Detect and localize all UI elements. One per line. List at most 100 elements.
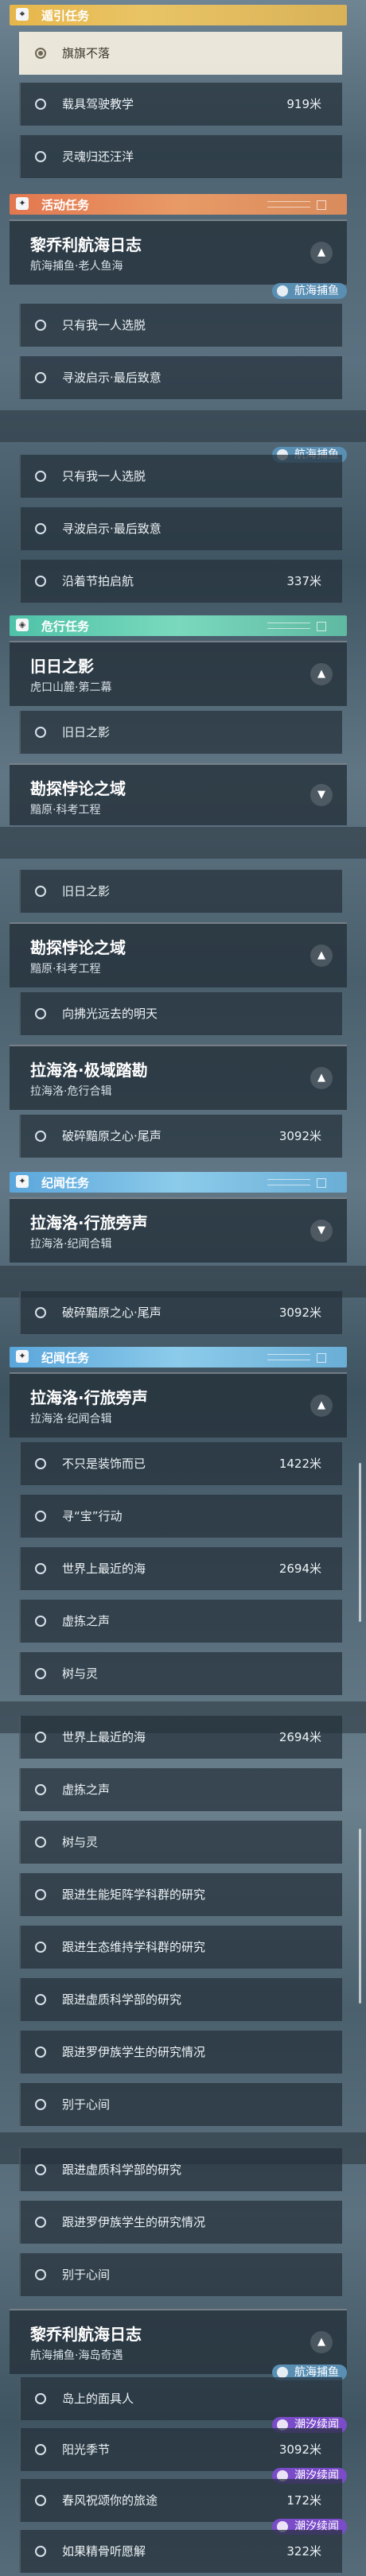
quest-card[interactable]: 勘探悖论之域 黯原·科考工程 ▲: [10, 922, 347, 987]
quest-card[interactable]: 拉海洛·极域踏勘 拉海洛·危行合辑 ▲: [10, 1045, 347, 1110]
quest-distance: 322米: [286, 2544, 321, 2559]
quest-distance: 3092米: [278, 1129, 321, 1143]
quest-row[interactable]: 虚拣之声: [19, 1600, 342, 1643]
quest-row[interactable]: 世界上最近的海 2694米: [19, 1716, 342, 1759]
sparkle-icon: ✦: [16, 1175, 29, 1188]
list-divider: [0, 827, 366, 859]
quest-row[interactable]: 跟进虚质科学部的研究: [19, 2148, 342, 2191]
radio-icon: [35, 1668, 46, 1679]
scrollbar[interactable]: [359, 1463, 361, 1622]
radio-icon: [35, 1563, 46, 1574]
quest-row[interactable]: 不只是装饰而已 1422米: [19, 1442, 342, 1485]
quest-row[interactable]: 跟进生能矩阵学科群的研究: [19, 1873, 342, 1916]
scrollbar[interactable]: [359, 1829, 361, 2004]
card-subtitle: 拉海洛·危行合辑: [30, 1085, 112, 1098]
quest-row[interactable]: 只有我一人选脱: [19, 304, 342, 347]
quest-label: 世界上最近的海: [62, 1562, 146, 1576]
danger-section-header: ◈ 危行任务: [10, 615, 347, 636]
quest-row[interactable]: 灵魂归还汪洋: [19, 135, 342, 178]
quest-label: 虚拣之声: [62, 1614, 111, 1628]
quest-label: 跟进生态维持学科群的研究: [62, 1940, 206, 1954]
quest-label: 破碎黯原之心·尾声: [62, 1129, 162, 1143]
quest-distance: 3092米: [278, 1305, 321, 1320]
quest-row[interactable]: 跟进罗伊族学生的研究情况: [19, 2031, 342, 2074]
quest-row[interactable]: 跟进虚质科学部的研究: [19, 1978, 342, 2021]
location-pin-icon: ⌖: [16, 8, 29, 21]
quest-row[interactable]: 跟进罗伊族学生的研究情况: [19, 2201, 342, 2244]
collapse-button[interactable]: ▲: [310, 1395, 333, 1417]
radio-icon: [35, 1889, 46, 1900]
quest-row[interactable]: 树与灵: [19, 1821, 342, 1864]
card-title: 勘探悖论之域: [30, 779, 126, 798]
quest-card[interactable]: 拉海洛·行旅旁声 拉海洛·纪闻合辑 ▲: [10, 1372, 347, 1437]
quest-label: 沿着节拍启航: [62, 574, 134, 588]
quest-row[interactable]: 阳光季节 3092米: [19, 2428, 342, 2471]
radio-icon: [35, 1994, 46, 2005]
radio-icon: [35, 99, 46, 110]
card-title: 拉海洛·行旅旁声: [30, 1213, 148, 1232]
header-ornament: [317, 1353, 326, 1363]
quest-row[interactable]: 春风祝颂你的旅途 172米: [19, 2479, 342, 2522]
collapse-button[interactable]: ▲: [310, 1067, 333, 1089]
quest-distance: 172米: [286, 2493, 321, 2508]
radio-icon: [35, 1837, 46, 1848]
quest-row[interactable]: 树与灵: [19, 1652, 342, 1695]
quest-row[interactable]: 破碎黯原之心·尾声 3092米: [19, 1291, 342, 1334]
expand-button[interactable]: ▼: [310, 1220, 333, 1242]
quest-row[interactable]: 岛上的面具人: [19, 2377, 342, 2420]
collapse-button[interactable]: ▲: [310, 945, 333, 967]
quest-row[interactable]: 虚拣之声: [19, 1768, 342, 1811]
collapse-button[interactable]: ▲: [310, 2331, 333, 2353]
quest-label: 阳光季节: [62, 2442, 111, 2457]
radio-icon: [35, 523, 46, 534]
quest-label: 灵魂归还汪洋: [62, 149, 134, 164]
card-title: 黎乔利航海日志: [30, 2325, 142, 2344]
quest-card[interactable]: 黎乔利航海日志 航海捕鱼·老人鱼海 ▲: [10, 219, 347, 285]
quest-row[interactable]: 别于心间: [19, 2253, 342, 2296]
section-title: 遁引任务: [41, 9, 90, 23]
card-subtitle: 拉海洛·纪闻合辑: [30, 1238, 112, 1251]
section-title: 危行任务: [41, 619, 90, 634]
quest-row[interactable]: 只有我一人选脱: [19, 455, 342, 498]
quest-row[interactable]: 寻“宝”行动: [19, 1495, 342, 1538]
collapse-button[interactable]: ▲: [310, 663, 333, 685]
quest-card[interactable]: 旧日之影 虎口山麓·第二幕 ▲: [10, 641, 347, 706]
quest-row[interactable]: 向拂光远去的明天: [19, 992, 342, 1035]
quest-row[interactable]: 旧日之影: [19, 711, 342, 754]
quest-label: 向拂光远去的明天: [62, 1007, 158, 1021]
quest-label: 只有我一人选脱: [62, 469, 146, 483]
quest-label: 岛上的面具人: [62, 2392, 134, 2406]
section-title: 纪闻任务: [41, 1176, 90, 1190]
card-title: 黎乔利航海日志: [30, 235, 142, 254]
quest-label: 寻波启示·最后致意: [62, 370, 162, 385]
quest-row[interactable]: 跟进生态维持学科群的研究: [19, 1926, 342, 1969]
card-subtitle: 黯原·科考工程: [30, 804, 101, 817]
header-ornament: [317, 622, 326, 631]
quest-row[interactable]: 如果精骨听愿解 322米: [19, 2530, 342, 2573]
quest-row[interactable]: 旧日之影: [19, 870, 342, 913]
quest-label: 寻波启示·最后致意: [62, 522, 162, 536]
quest-row[interactable]: 载具驾驶教学 919米: [19, 83, 342, 126]
radio-icon: [35, 1616, 46, 1627]
quest-card[interactable]: 拉海洛·行旅旁声 拉海洛·纪闻合辑 ▼: [10, 1197, 347, 1263]
collapse-button[interactable]: ▲: [310, 242, 333, 264]
header-ornament: [317, 1178, 326, 1188]
quest-row[interactable]: 寻波启示·最后致意: [19, 356, 342, 399]
quest-row[interactable]: 别于心间: [19, 2083, 342, 2126]
quest-row[interactable]: 破碎黯原之心·尾声 3092米: [19, 1115, 342, 1158]
quest-label: 载具驾驶教学: [62, 97, 134, 111]
quest-card[interactable]: 勘探悖论之域 黯原·科考工程 ▼: [10, 763, 347, 825]
radio-icon: [35, 2164, 46, 2175]
quest-row[interactable]: 沿着节拍启航 337米: [19, 560, 342, 603]
quest-label: 跟进生能矩阵学科群的研究: [62, 1887, 206, 1902]
quest-label: 旧日之影: [62, 884, 111, 898]
quest-distance: 1422米: [278, 1457, 321, 1471]
quest-row[interactable]: 世界上最近的海 2694米: [19, 1547, 342, 1590]
expand-button[interactable]: ▼: [310, 784, 333, 806]
radio-icon: [35, 2393, 46, 2404]
quest-row[interactable]: 寻波启示·最后致意: [19, 507, 342, 550]
quest-label: 寻“宝”行动: [62, 1509, 123, 1523]
radio-icon: [35, 151, 46, 162]
quest-row[interactable]: 旗旗不落: [19, 32, 342, 75]
quest-distance: 919米: [286, 97, 321, 111]
